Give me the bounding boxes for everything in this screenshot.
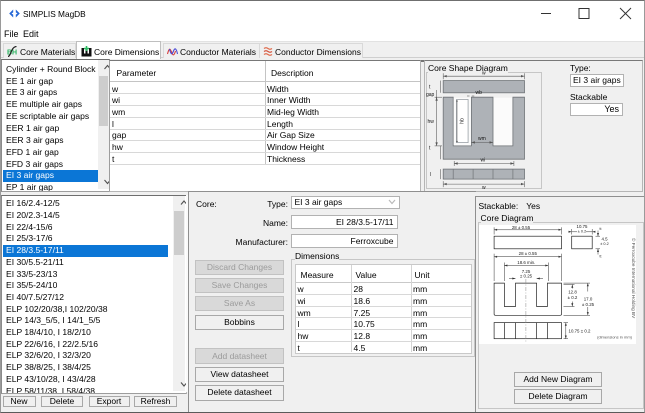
svg-text:wb: wb [476,90,483,96]
svg-text:w: w [482,185,486,190]
svg-text:18.6 min.: 18.6 min. [517,260,535,265]
svg-text:10.75: 10.75 [577,225,589,229]
svg-text:28 ± 0.55: 28 ± 0.55 [512,225,531,230]
svg-text:(dimensions in mm): (dimensions in mm) [597,334,633,339]
svg-text:± 0.25: ± 0.25 [520,273,533,278]
svg-text:28 ± 0.55: 28 ± 0.55 [519,251,538,256]
svg-text:17.0: 17.0 [584,296,593,301]
svg-text:w: w [482,71,486,77]
svg-text:10.75 ± 0.2: 10.75 ± 0.2 [569,328,591,333]
svg-text:t: t [429,85,431,91]
svg-text:tt: tt [600,226,602,230]
svg-text:tt: tt [600,254,602,258]
svg-text:hw: hw [428,119,435,125]
svg-text:hb: hb [460,118,466,124]
svg-text:wm: wm [478,136,486,142]
svg-text:© Ferroxcube International Hol: © Ferroxcube International Holding BV [631,238,636,319]
svg-text:l: l [430,172,431,178]
svg-text:wi: wi [481,158,486,164]
svg-text:± 0.25: ± 0.25 [582,301,595,306]
svg-text:± 0.2: ± 0.2 [568,295,578,300]
svg-text:gap: gap [426,92,435,98]
svg-text:± 0.2: ± 0.2 [578,229,586,233]
svg-text:± 0.2: ± 0.2 [600,242,608,246]
svg-text:t: t [429,146,431,152]
svg-text:12.8: 12.8 [568,289,577,294]
svg-text:4.5: 4.5 [601,236,608,241]
